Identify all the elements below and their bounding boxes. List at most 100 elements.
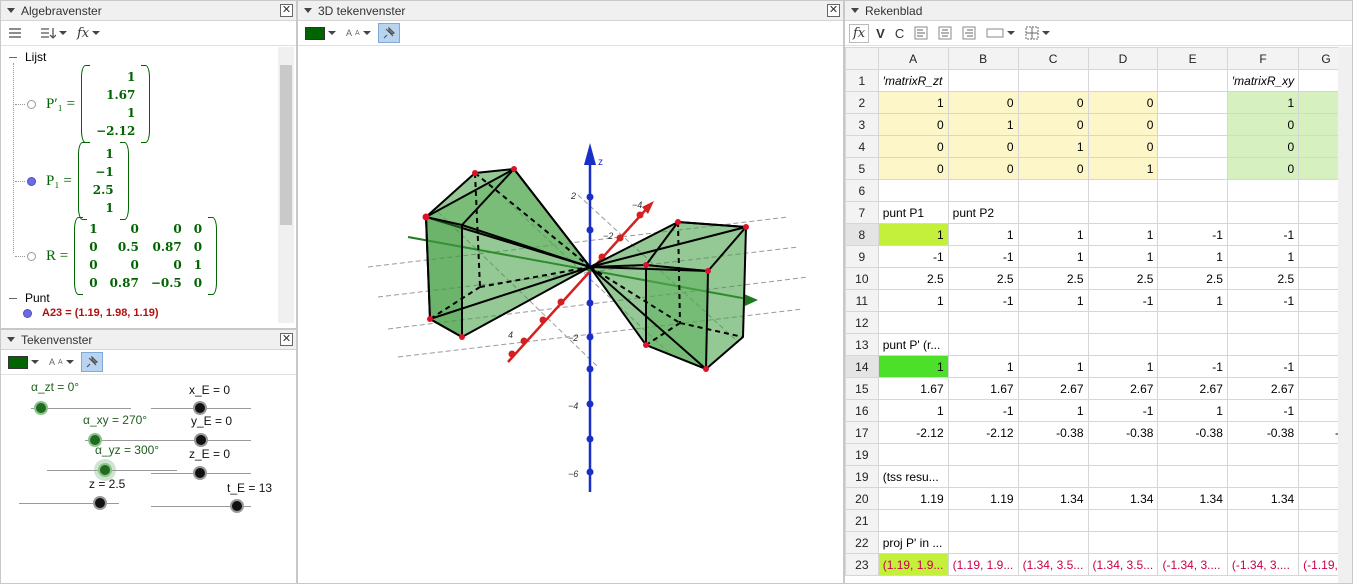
spreadsheet-cell[interactable]: 1.19: [877, 487, 949, 510]
spreadsheet-cell[interactable]: [1157, 443, 1228, 466]
spreadsheet-cell[interactable]: 0: [1017, 91, 1089, 114]
column-header[interactable]: B: [947, 47, 1019, 70]
row-header[interactable]: 19: [845, 465, 879, 488]
spreadsheet-cell[interactable]: 1: [1087, 223, 1159, 246]
spreadsheet-cell[interactable]: 1: [877, 289, 949, 312]
input-fx-icon[interactable]: fx: [74, 24, 103, 43]
row-header[interactable]: 7: [845, 201, 879, 224]
spreadsheet-cell[interactable]: -1: [1157, 223, 1228, 246]
spreadsheet-cell[interactable]: [1157, 69, 1228, 92]
row-header[interactable]: 15: [845, 377, 879, 400]
row-header[interactable]: 12: [845, 311, 879, 334]
slider-y-e[interactable]: [194, 433, 208, 447]
spreadsheet-cell[interactable]: [1226, 509, 1300, 532]
spreadsheet-cell[interactable]: 1: [947, 223, 1019, 246]
algebra-item-p1-prime[interactable]: P′₁ = 1 1.67 1 −2.12: [15, 65, 151, 143]
spreadsheet-cell[interactable]: [877, 443, 949, 466]
row-header[interactable]: 1: [845, 69, 879, 92]
category-lijst[interactable]: Lijst: [9, 50, 46, 64]
spreadsheet-cell[interactable]: 0: [877, 135, 949, 158]
spreadsheet-cell[interactable]: [1157, 113, 1228, 136]
spreadsheet-cell[interactable]: 2.67: [1017, 377, 1089, 400]
spreadsheet-cell[interactable]: [1226, 179, 1300, 202]
visibility-toggle[interactable]: [27, 251, 36, 261]
spreadsheet-cell[interactable]: [947, 531, 1019, 554]
spreadsheet-cell[interactable]: -1: [1087, 289, 1159, 312]
spreadsheet-cell[interactable]: [947, 311, 1019, 334]
spreadsheet-cell[interactable]: [1087, 311, 1159, 334]
close-icon[interactable]: ✕: [280, 333, 293, 346]
spreadsheet-cell[interactable]: [1157, 509, 1228, 532]
spreadsheet-cell[interactable]: [1226, 465, 1300, 488]
spreadsheet-cell[interactable]: [1226, 531, 1300, 554]
spreadsheet-titlebar[interactable]: Rekenblad: [845, 1, 1352, 21]
pin-icon[interactable]: [377, 23, 400, 43]
scrollbar[interactable]: [278, 47, 294, 323]
spreadsheet-cell[interactable]: [1157, 465, 1228, 488]
spreadsheet-cell[interactable]: 2.67: [1157, 377, 1228, 400]
row-header[interactable]: 13: [845, 333, 879, 356]
spreadsheet-cell[interactable]: 2.5: [1157, 267, 1228, 290]
spreadsheet-cell[interactable]: -1: [947, 289, 1019, 312]
row-header[interactable]: 21: [845, 509, 879, 532]
spreadsheet-cell[interactable]: ′matrixR_zt: [877, 69, 949, 92]
row-header[interactable]: 6: [845, 179, 879, 202]
spreadsheet-cell[interactable]: [947, 69, 1019, 92]
column-header[interactable]: F: [1226, 47, 1300, 70]
spreadsheet-cell[interactable]: 1.34: [1017, 487, 1089, 510]
visibility-toggle[interactable]: [27, 176, 36, 186]
spreadsheet-cell[interactable]: -1: [1226, 223, 1300, 246]
spreadsheet-cell[interactable]: [1087, 69, 1159, 92]
spreadsheet-cell[interactable]: (1.19, 1.9...: [947, 553, 1019, 576]
slider-z-e[interactable]: [193, 466, 207, 480]
row-header[interactable]: 2: [845, 91, 879, 114]
spreadsheet-cell[interactable]: ′matrixR_xy: [1226, 69, 1300, 92]
pin-icon[interactable]: [80, 352, 103, 372]
slider-alpha-zt[interactable]: [34, 401, 48, 415]
graphics-3d-titlebar[interactable]: 3D tekenvenster ✕: [298, 1, 843, 21]
spreadsheet-cell[interactable]: 1: [877, 91, 949, 114]
spreadsheet-cell[interactable]: 0: [1226, 135, 1300, 158]
spreadsheet-cell[interactable]: [1017, 311, 1089, 334]
close-icon[interactable]: ✕: [827, 4, 840, 17]
spreadsheet-cell[interactable]: [1017, 333, 1089, 356]
column-header[interactable]: C: [1017, 47, 1089, 70]
spreadsheet-cell[interactable]: 1.67: [947, 377, 1019, 400]
text-size-icon[interactable]: AA: [46, 353, 77, 372]
spreadsheet-cell[interactable]: [1017, 69, 1089, 92]
spreadsheet-cell[interactable]: [1157, 135, 1228, 158]
spreadsheet-cell[interactable]: 0: [1226, 113, 1300, 136]
spreadsheet-cell[interactable]: 1.34: [1087, 487, 1159, 510]
row-header[interactable]: 10: [845, 267, 879, 290]
spreadsheet-scrollbar[interactable]: [1338, 47, 1352, 583]
spreadsheet-cell[interactable]: 0: [947, 157, 1019, 180]
spreadsheet-cell[interactable]: [947, 509, 1019, 532]
spreadsheet-cell[interactable]: [1087, 179, 1159, 202]
spreadsheet-cell[interactable]: [1157, 531, 1228, 554]
row-header[interactable]: 17: [845, 421, 879, 444]
italic-button[interactable]: C: [892, 24, 907, 43]
spreadsheet-cell[interactable]: -2.12: [947, 421, 1019, 444]
collapse-icon[interactable]: [7, 337, 15, 342]
spreadsheet-cell[interactable]: 2.5: [1087, 267, 1159, 290]
spreadsheet-cell[interactable]: 1: [1087, 245, 1159, 268]
spreadsheet-cell[interactable]: [1157, 201, 1228, 224]
row-header[interactable]: 8: [845, 223, 879, 246]
slider-alpha-yz[interactable]: [98, 463, 112, 477]
spreadsheet-cell[interactable]: 0: [1087, 113, 1159, 136]
spreadsheet-cell[interactable]: 2.67: [1087, 377, 1159, 400]
spreadsheet-cell[interactable]: punt P' (r...: [877, 333, 949, 356]
spreadsheet-cell[interactable]: [947, 333, 1019, 356]
slider-x-e[interactable]: [193, 401, 207, 415]
align-left-icon[interactable]: [911, 24, 931, 43]
row-header[interactable]: 20: [845, 487, 879, 510]
collapse-icon[interactable]: [304, 8, 312, 13]
background-color-icon[interactable]: [983, 24, 1018, 43]
spreadsheet-cell[interactable]: 2.5: [947, 267, 1019, 290]
spreadsheet-cell[interactable]: 1.67: [877, 377, 949, 400]
spreadsheet-cell[interactable]: -1: [1226, 289, 1300, 312]
spreadsheet-cell[interactable]: 0: [1087, 135, 1159, 158]
collapse-icon[interactable]: [7, 8, 15, 13]
spreadsheet-cell[interactable]: [877, 311, 949, 334]
row-header[interactable]: 14: [845, 355, 879, 378]
